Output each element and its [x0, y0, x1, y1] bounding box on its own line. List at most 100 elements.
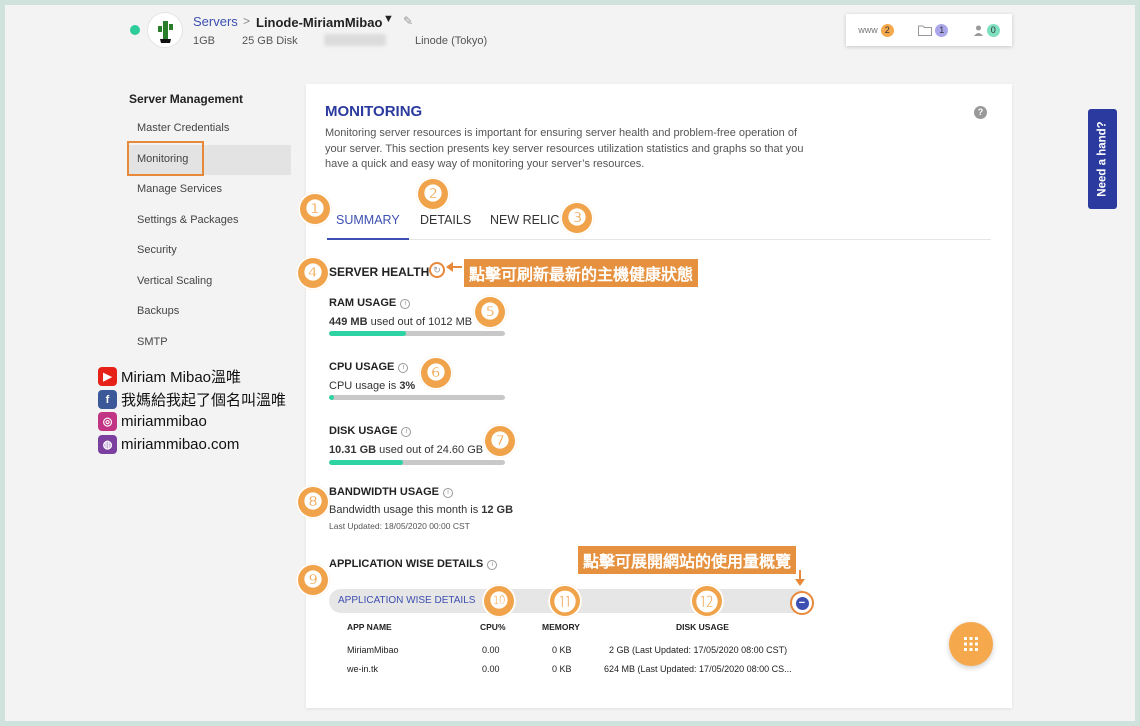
sidebar-item-security[interactable]: Security — [137, 244, 177, 256]
app-details-accordion-label[interactable]: APPLICATION WISE DETAILS — [338, 595, 475, 606]
header-stats-widget: www 2 1 0 — [846, 14, 1012, 46]
info-icon[interactable]: i — [487, 560, 498, 570]
cpu-usage-bar — [329, 395, 505, 400]
info-icon[interactable]: i — [400, 299, 411, 309]
server-ip-blurred — [324, 34, 386, 46]
server-status-dot — [130, 25, 140, 35]
marker-7: ❼ — [483, 424, 517, 458]
monitoring-description: Monitoring server resources is important… — [325, 127, 804, 170]
user-stat[interactable]: 0 — [973, 23, 1000, 37]
row-memory: 0 KB — [552, 664, 572, 674]
breadcrumb-separator: > — [243, 14, 251, 28]
need-a-hand-label: Need a hand? — [1096, 121, 1109, 197]
ram-mid: used out of — [367, 316, 429, 328]
disk-usage-fill — [329, 460, 403, 465]
folder-count: 1 — [935, 23, 949, 37]
ram-usage-bar — [329, 331, 505, 336]
server-dropdown-icon[interactable]: ▼ — [383, 13, 394, 25]
disk-usage-label: DISK USAGE — [329, 425, 398, 437]
marker-5: ❺ — [473, 295, 507, 329]
marker-9: ❾ — [296, 563, 330, 597]
info-icon[interactable]: i — [401, 427, 412, 437]
row-cpu: 0.00 — [482, 664, 500, 674]
edit-icon[interactable]: ✎ — [403, 14, 413, 28]
app-details-label: APPLICATION WISE DETAILS — [329, 558, 484, 570]
ram-usage-title: RAM USAGE i — [329, 297, 411, 309]
disk-usage-bar — [329, 460, 505, 465]
bandwidth-prefix: Bandwidth usage this month is — [329, 504, 482, 516]
cpu-usage-title: CPU USAGE i — [329, 361, 409, 373]
ram-total: 1012 MB — [428, 316, 473, 328]
row-cpu: 0.00 — [482, 645, 500, 655]
marker-4: ❹ — [296, 256, 330, 290]
cpu-prefix: CPU usage is — [329, 380, 400, 392]
sidebar-item-vertical-scaling[interactable]: Vertical Scaling — [137, 275, 212, 287]
refresh-icon[interactable]: ↻ — [429, 262, 445, 278]
sidebar-item-smtp[interactable]: SMTP — [137, 336, 168, 348]
youtube-icon: ▶ — [98, 367, 117, 386]
marker-11: ⓫ — [548, 584, 582, 618]
tab-divider — [327, 239, 991, 240]
minus-icon: − — [795, 596, 809, 610]
info-icon[interactable]: i — [443, 488, 453, 498]
collapse-toggle[interactable]: − — [790, 591, 814, 615]
facebook-icon: f — [98, 390, 117, 409]
grid-icon — [964, 637, 978, 651]
folder-icon — [918, 25, 933, 36]
folder-stat[interactable]: 1 — [918, 23, 949, 37]
column-header-app-name: APP NAME — [347, 622, 392, 632]
tab-details[interactable]: DETAILS — [420, 213, 471, 227]
instagram-icon: ◎ — [98, 412, 117, 431]
social-instagram: ◎ miriammibao — [98, 412, 207, 431]
server-name: Linode-MiriamMibao — [256, 15, 383, 30]
tab-active-indicator — [327, 238, 409, 240]
server-health-title: SERVER HEALTH — [329, 265, 430, 279]
disk-usage-text: 10.31 GB used out of 24.60 GB — [329, 444, 483, 456]
row-app-name: MiriamMibao — [347, 645, 399, 655]
need-a-hand-button[interactable]: Need a hand? — [1088, 109, 1117, 209]
cpu-value: 3% — [399, 380, 416, 392]
www-stat[interactable]: www 2 — [858, 23, 894, 37]
marker-12: ⓬ — [690, 584, 724, 618]
info-icon[interactable]: i — [398, 363, 409, 373]
help-icon[interactable]: ? — [974, 106, 987, 119]
bandwidth-updated: Last Updated: 18/05/2020 00:00 CST — [329, 521, 470, 531]
sidebar-item-master-credentials[interactable]: Master Credentials — [137, 122, 229, 134]
row-disk: 624 MB (Last Updated: 17/05/2020 08:00 C… — [604, 664, 792, 674]
www-icon: www — [858, 25, 878, 35]
page-title: MONITORING — [325, 103, 423, 120]
annotation-refresh-note: 點擊可刷新最新的主機健康狀態 — [464, 259, 699, 287]
marker-1: ❶ — [298, 192, 332, 226]
row-disk: 2 GB (Last Updated: 17/05/2020 08:00 CST… — [609, 645, 788, 655]
sidebar-title: Server Management — [129, 92, 244, 106]
www-count: 2 — [880, 23, 894, 37]
breadcrumb-servers[interactable]: Servers — [193, 14, 238, 29]
column-header-memory: MEMORY — [542, 622, 580, 632]
annotation-arrow-head — [795, 579, 805, 586]
bandwidth-usage-text: Bandwidth usage this month is 12 GB — [329, 504, 513, 516]
marker-8: ❽ — [296, 485, 330, 519]
sidebar-item-manage-services[interactable]: Manage Services — [137, 183, 222, 195]
tab-new-relic[interactable]: NEW RELIC — [490, 213, 559, 227]
disk-mid: used out of — [376, 444, 437, 456]
user-count: 0 — [986, 23, 1000, 37]
row-memory: 0 KB — [552, 645, 572, 655]
social-facebook: f 我媽給我起了個名叫溫唯 — [98, 389, 286, 410]
bandwidth-value: 12 GB — [481, 504, 514, 516]
column-header-cpu: CPU% — [480, 622, 506, 632]
social-website-text: miriammibao.com — [121, 436, 240, 453]
sidebar-item-backups[interactable]: Backups — [137, 305, 179, 317]
apps-grid-button[interactable] — [949, 622, 993, 666]
tab-summary[interactable]: SUMMARY — [336, 213, 400, 227]
marker-3: ❸ — [560, 201, 594, 235]
social-youtube: ▶ Miriam Mibao溫唯 — [98, 366, 241, 387]
cpu-usage-label: CPU USAGE — [329, 361, 395, 373]
ram-usage-fill — [329, 331, 407, 336]
marker-6: ❻ — [419, 356, 453, 390]
server-avatar[interactable] — [148, 13, 182, 47]
bandwidth-usage-title: BANDWIDTH USAGE i — [329, 486, 453, 498]
sidebar-item-settings-packages[interactable]: Settings & Packages — [137, 214, 239, 226]
annotation-highlight-box — [127, 141, 204, 176]
disk-usage-title: DISK USAGE i — [329, 425, 412, 437]
row-app-name: we-in.tk — [347, 664, 379, 674]
